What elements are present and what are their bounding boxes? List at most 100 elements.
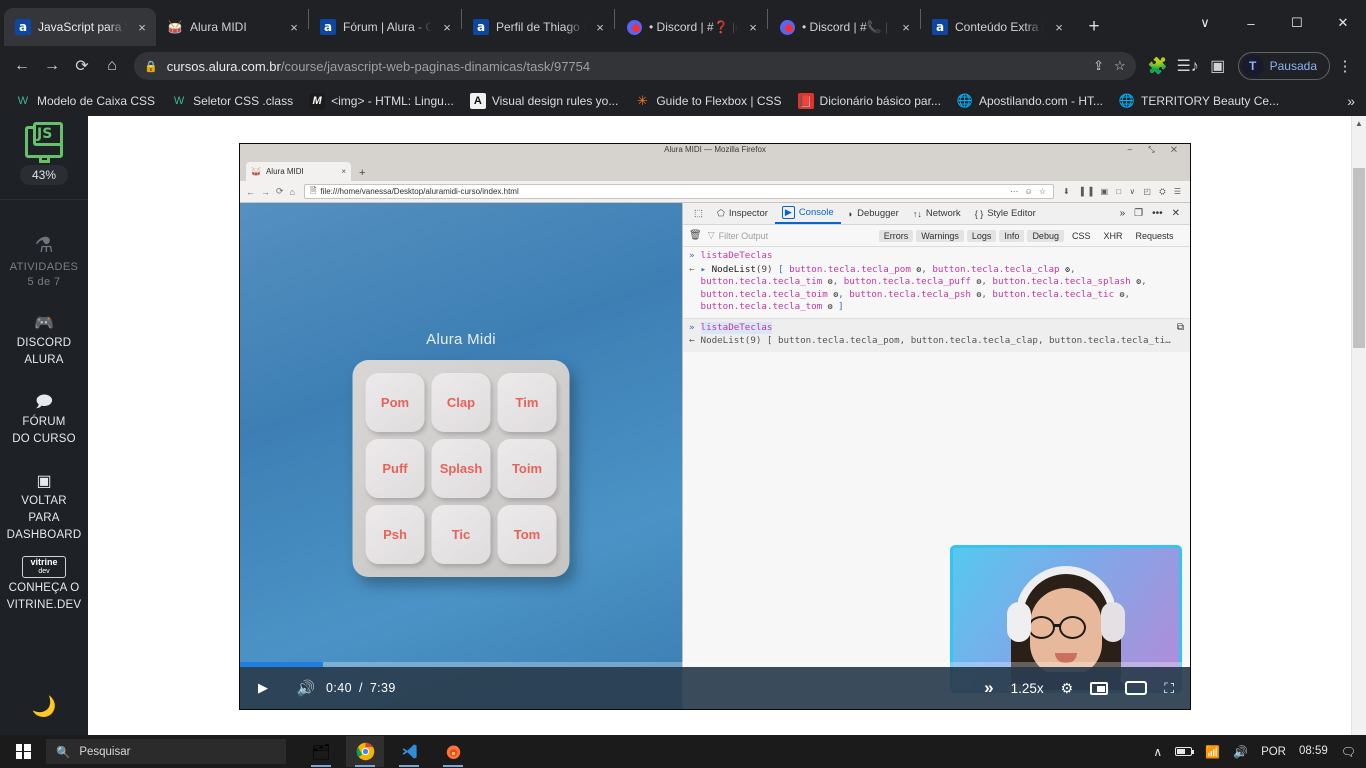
bookmarks-overflow-icon[interactable]: » bbox=[1347, 93, 1359, 109]
midi-key-psh[interactable]: Psh bbox=[365, 505, 425, 564]
bookmark-item[interactable]: 🌐 Apostilando.com - HT... bbox=[949, 90, 1111, 112]
midi-key-puff[interactable]: Puff bbox=[365, 439, 425, 498]
copy-icon[interactable]: ⧉ bbox=[1177, 322, 1184, 335]
taskbar-search-input[interactable]: 🔍 Pesquisar bbox=[46, 739, 286, 764]
browser-tab-6[interactable]: • Discord | #📞 | × bbox=[768, 8, 920, 46]
close-window-button[interactable]: ✕ bbox=[1320, 5, 1366, 41]
node-entry[interactable]: button.tecla.tecla_tic bbox=[992, 289, 1114, 300]
close-icon[interactable]: × bbox=[134, 20, 150, 35]
pip-icon[interactable] bbox=[1090, 681, 1109, 695]
filter-info[interactable]: Info bbox=[999, 229, 1025, 242]
inner-browser-tab[interactable]: 🥁 Alura MIDI × bbox=[246, 162, 351, 181]
forward-icon[interactable]: → bbox=[38, 52, 66, 80]
maximize-button[interactable]: ☐ bbox=[1274, 5, 1320, 41]
sidebar-item-forum[interactable]: 🗩 FÓRUM DO CURSO bbox=[12, 393, 76, 446]
side-panel-icon[interactable]: ▣ bbox=[1204, 52, 1232, 80]
filter-css[interactable]: CSS bbox=[1067, 230, 1096, 242]
bookmark-item[interactable]: ✳ Guide to Flexbox | CSS bbox=[626, 90, 789, 112]
play-button[interactable]: ▶ bbox=[240, 680, 286, 696]
start-button[interactable] bbox=[0, 735, 46, 768]
extensions-icon[interactable]: 🧩 bbox=[1144, 52, 1172, 80]
close-icon[interactable]: × bbox=[592, 20, 608, 35]
node-entry[interactable]: button.tecla.tecla_psh bbox=[849, 289, 971, 300]
browser-tab-2[interactable]: 🥁 Alura MIDI × bbox=[156, 8, 308, 46]
tab-inspector[interactable]: ⬠ Inspector bbox=[710, 204, 775, 224]
media-control-icon[interactable]: ☰♪ bbox=[1174, 52, 1202, 80]
close-icon[interactable]: ✕ bbox=[1172, 208, 1180, 219]
inner-new-tab-button[interactable]: + bbox=[359, 167, 365, 181]
inner-forward-icon[interactable]: → bbox=[261, 187, 270, 197]
sidebar-item-dashboard[interactable]: ▣ VOLTAR PARA DASHBOARD bbox=[7, 472, 82, 542]
address-bar[interactable]: 🔒 cursos.alura.com.br/course/javascript-… bbox=[134, 52, 1136, 80]
vscode-icon[interactable] bbox=[390, 736, 428, 767]
profile-chip[interactable]: T Pausada bbox=[1237, 52, 1330, 80]
node-entry[interactable]: button.tecla.tecla_splash bbox=[992, 276, 1130, 287]
bookmark-item[interactable]: 🌐 TERRITORY Beauty Ce... bbox=[1111, 90, 1287, 112]
gear-icon[interactable]: ⚙ bbox=[1185, 229, 1191, 242]
gear-icon[interactable]: ⚙ bbox=[828, 301, 833, 314]
tab-network[interactable]: ↑↓ Network bbox=[906, 204, 968, 224]
playback-speed-label[interactable]: 1.25x bbox=[1011, 681, 1044, 696]
page-scrollbar[interactable]: ▲ bbox=[1351, 116, 1366, 735]
close-icon[interactable]: × bbox=[286, 20, 302, 35]
bookmark-item[interactable]: A Visual design rules yo... bbox=[462, 90, 627, 112]
home-icon[interactable]: ⌂ bbox=[98, 52, 126, 80]
file-explorer-icon[interactable]: 🗂 bbox=[302, 736, 340, 767]
tab-console[interactable]: ▶ Console bbox=[774, 204, 841, 224]
inner-address-bar[interactable]: 🗎 file:///home/vanessa/Desktop/aluramidi… bbox=[303, 184, 1055, 199]
dock-position-icon[interactable]: ❐ bbox=[1134, 208, 1143, 219]
filter-debug[interactable]: Debug bbox=[1027, 229, 1064, 242]
chevron-up-icon[interactable]: ∧ bbox=[1153, 745, 1162, 759]
bookmark-item[interactable]: W Seletor CSS .class bbox=[163, 90, 301, 112]
chrome-menu-icon[interactable]: ⋮ bbox=[1332, 57, 1358, 75]
firefox-icon[interactable] bbox=[434, 736, 472, 767]
midi-key-splash[interactable]: Splash bbox=[431, 439, 491, 498]
close-icon[interactable]: × bbox=[898, 20, 914, 35]
filter-xhr[interactable]: XHR bbox=[1098, 230, 1127, 242]
filter-logs[interactable]: Logs bbox=[966, 229, 997, 242]
notifications-icon[interactable]: 🗨 bbox=[1341, 745, 1356, 759]
back-icon[interactable]: ← bbox=[8, 52, 36, 80]
midi-key-tic[interactable]: Tic bbox=[431, 505, 491, 564]
browser-tab-3[interactable]: a Fórum | Alura - C × bbox=[309, 8, 461, 46]
close-icon[interactable]: × bbox=[1051, 20, 1067, 35]
close-icon[interactable]: × bbox=[745, 20, 761, 35]
browser-tab-1[interactable]: a JavaScript para W × bbox=[4, 8, 156, 46]
element-picker-icon[interactable]: ⬚ bbox=[687, 204, 710, 224]
inner-home-icon[interactable]: ⌂ bbox=[290, 187, 295, 197]
scroll-up-arrow-icon[interactable]: ▲ bbox=[1352, 116, 1366, 130]
minimize-button[interactable]: – bbox=[1228, 5, 1274, 41]
share-icon[interactable]: ⇪ bbox=[1093, 58, 1104, 74]
filter-errors[interactable]: Errors bbox=[878, 229, 914, 242]
node-entry[interactable]: button.tecla.tecla_puff bbox=[844, 276, 971, 287]
wifi-icon[interactable]: 📶 bbox=[1205, 745, 1220, 759]
devtools-more-icon[interactable]: ••• bbox=[1152, 208, 1163, 219]
battery-icon[interactable] bbox=[1175, 747, 1195, 756]
bookmark-item[interactable]: W Modelo de Caixa CSS bbox=[7, 90, 163, 112]
sidebar-item-discord[interactable]: 🎮 DISCORD ALURA bbox=[17, 314, 71, 367]
midi-key-tom[interactable]: Tom bbox=[497, 505, 557, 564]
clear-console-icon[interactable]: 🗑 bbox=[689, 230, 702, 241]
expander-icon[interactable]: ▸ bbox=[701, 264, 707, 275]
node-entry[interactable]: button.tecla.tecla_pom bbox=[789, 264, 911, 275]
volume-icon[interactable]: 🔊 bbox=[286, 679, 326, 697]
devtools-overflow-icon[interactable]: » bbox=[1120, 208, 1126, 219]
browser-tab-7[interactable]: a Conteúdo Extra | × bbox=[921, 8, 1073, 46]
midi-key-toim[interactable]: Toim bbox=[497, 439, 557, 498]
dark-mode-toggle-icon[interactable]: 🌙 bbox=[32, 694, 57, 719]
inner-back-icon[interactable]: ← bbox=[246, 187, 255, 197]
volume-icon[interactable]: 🔊 bbox=[1233, 745, 1248, 759]
fullscreen-icon[interactable]: ⛶ bbox=[1164, 680, 1174, 697]
new-tab-button[interactable]: + bbox=[1079, 12, 1109, 42]
node-entry[interactable]: button.tecla.tecla_toim bbox=[701, 289, 828, 300]
chrome-icon[interactable] bbox=[346, 736, 384, 767]
browser-tab-5[interactable]: • Discord | #❓ |d × bbox=[615, 8, 767, 46]
tab-debugger[interactable]: ◗ Debugger bbox=[841, 204, 906, 224]
midi-key-clap[interactable]: Clap bbox=[431, 373, 491, 432]
close-icon[interactable]: × bbox=[439, 20, 455, 35]
inner-toolbar-icons[interactable]: ⬇ ▐▐ ▣ □ ∨ ◰ ⛭ ☰ bbox=[1063, 187, 1184, 197]
language-indicator[interactable]: POR bbox=[1261, 746, 1286, 758]
sidebar-item-vitrine[interactable]: vitrine dev CONHEÇA O VITRINE.DEV bbox=[7, 556, 81, 612]
reload-icon[interactable]: ⟳ bbox=[68, 52, 96, 80]
midi-key-pom[interactable]: Pom bbox=[365, 373, 425, 432]
